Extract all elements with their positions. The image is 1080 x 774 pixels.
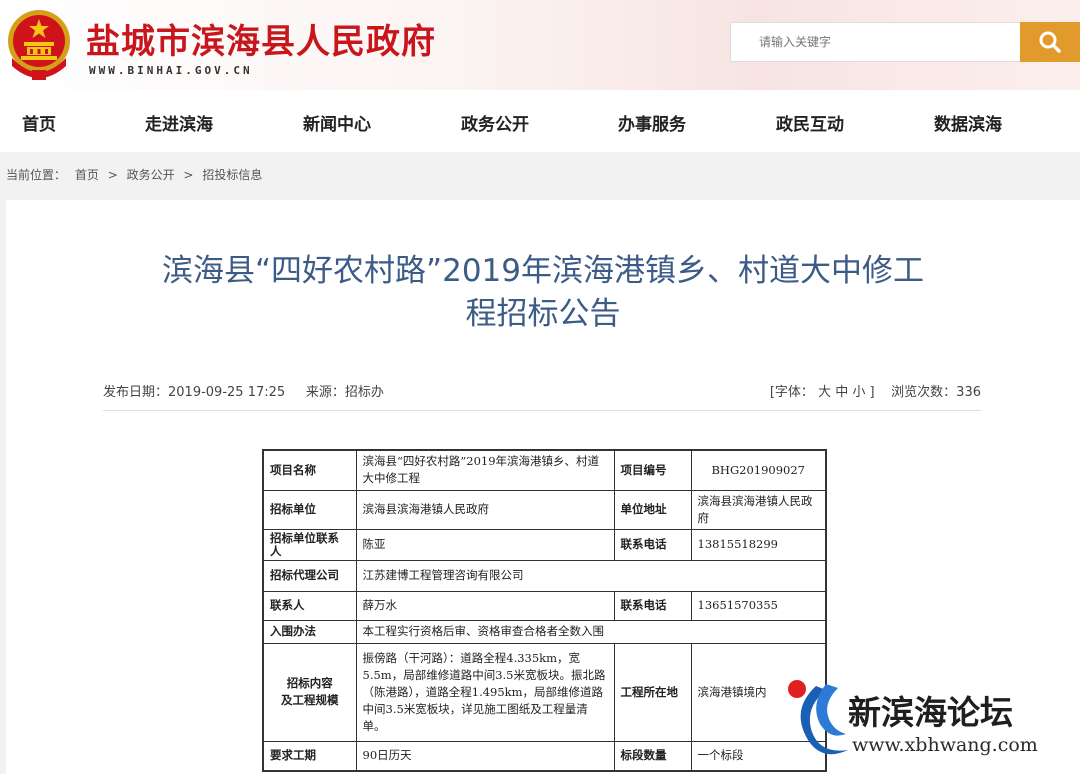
agent-value: 江苏建博工程管理咨询有限公司: [355, 559, 827, 592]
table-row: 招标单位 滨海县滨海港镇人民政府 单位地址 滨海县滨海港镇人民政府: [262, 489, 827, 530]
article-meta: 发布日期：2019-09-25 17:25 来源：招标办: [103, 381, 384, 400]
article-tools: [字体： 大 中 小 ] 浏览次数：336: [770, 381, 981, 400]
unit-address-label: 单位地址: [613, 489, 692, 530]
nav-item-news[interactable]: 新闻中心: [303, 110, 371, 135]
search-input[interactable]: [730, 22, 1020, 62]
tender-phone-label: 联系电话: [613, 528, 692, 561]
breadcrumb-home[interactable]: 首页: [75, 168, 99, 182]
search-button[interactable]: [1020, 22, 1080, 62]
tender-phone-value: 13815518299: [690, 528, 827, 561]
content-value: 振傍路（干河路）：道路全程4.335km，宽5.5m，局部维修道路中间3.5米宽…: [355, 642, 615, 742]
watermark-title: 新滨海论坛: [848, 693, 1013, 732]
font-size-close: ]: [869, 385, 875, 400]
method-label: 入围办法: [262, 619, 357, 644]
table-row: 联系人 薛万水 联系电话 13651570355: [262, 590, 827, 621]
project-no-value: BHG201909027: [690, 449, 827, 491]
tender-info-table: 项目名称 滨海县“四好农村路”2019年滨海港镇乡、村道大中修工程 项目编号 B…: [262, 449, 827, 772]
forum-logo-icon: [788, 680, 848, 755]
table-row: 招标内容 及工程规模 振傍路（干河路）：道路全程4.335km，宽5.5m，局部…: [262, 642, 827, 742]
period-value: 90日历天: [355, 740, 615, 772]
views-label: 浏览次数：: [891, 385, 957, 400]
table-row: 招标代理公司 江苏建博工程管理咨询有限公司: [262, 559, 827, 592]
nav-item-data[interactable]: 数据滨海: [934, 110, 1002, 135]
agent-phone-value: 13651570355: [690, 590, 827, 621]
table-row: 要求工期 90日历天 标段数量 一个标段: [262, 740, 827, 772]
table-row: 项目名称 滨海县“四好农村路”2019年滨海港镇乡、村道大中修工程 项目编号 B…: [262, 449, 827, 491]
watermark-url: www.xbhwang.com: [852, 734, 1038, 756]
breadcrumb-gov-affairs[interactable]: 政务公开: [127, 168, 175, 182]
breadcrumb-tender-info[interactable]: 招投标信息: [202, 168, 262, 182]
breadcrumb-separator: >: [183, 168, 194, 182]
article-title-line1: 滨海县“四好农村路”2019年滨海港镇乡、村道大中修工: [161, 253, 924, 289]
content-label-line1: 招标内容: [286, 676, 333, 690]
national-emblem-icon[interactable]: [6, 8, 72, 82]
lots-label: 标段数量: [613, 740, 692, 772]
nav-item-home[interactable]: 首页: [22, 110, 56, 135]
location-label: 工程所在地: [613, 642, 692, 742]
source-value: 招标办: [344, 385, 384, 400]
content-label-line2: 及工程规模: [281, 693, 339, 707]
nav-item-gov-affairs[interactable]: 政务公开: [461, 110, 529, 135]
project-no-label: 项目编号: [613, 449, 692, 491]
period-label: 要求工期: [262, 740, 357, 772]
method-value: 本工程实行资格后审、资格审查合格者全数入围: [355, 619, 827, 644]
article-title: 滨海县“四好农村路”2019年滨海港镇乡、村道大中修工 程招标公告: [6, 250, 1080, 336]
nav-item-about[interactable]: 走进滨海: [145, 110, 213, 135]
views-count: 336: [956, 385, 981, 400]
source-label: 来源：: [305, 385, 345, 400]
agent-contact-value: 薛万水: [355, 590, 615, 621]
unit-address-value: 滨海县滨海港镇人民政府: [690, 489, 827, 530]
font-size-medium[interactable]: 中: [835, 385, 848, 400]
agent-label: 招标代理公司: [262, 559, 357, 592]
tender-unit-value: 滨海县滨海港镇人民政府: [355, 489, 615, 530]
breadcrumb-separator: >: [107, 168, 118, 182]
tender-contact-value: 陈亚: [355, 528, 615, 561]
breadcrumb-label: 当前位置：: [6, 168, 67, 182]
agent-contact-label: 联系人: [262, 590, 357, 621]
site-domain: WWW.BINHAI.GOV.CN: [89, 64, 253, 77]
table-row: 入围办法 本工程实行资格后审、资格审查合格者全数入围: [262, 619, 827, 644]
publish-label: 发布日期：: [103, 385, 169, 400]
project-name-value: 滨海县“四好农村路”2019年滨海港镇乡、村道大中修工程: [355, 449, 615, 491]
publish-date: 2019-09-25 17:25: [168, 385, 286, 400]
forum-watermark: 新滨海论坛 www.xbhwang.com: [786, 676, 1080, 774]
tender-unit-label: 招标单位: [262, 489, 357, 530]
project-name-label: 项目名称: [262, 449, 357, 491]
article-title-line2: 程招标公告: [465, 296, 621, 332]
nav-item-services[interactable]: 办事服务: [618, 110, 686, 135]
main-nav: 首页 走进滨海 新闻中心 政务公开 办事服务 政民互动 数据滨海: [0, 90, 1080, 152]
content-label: 招标内容 及工程规模: [262, 642, 357, 742]
tender-contact-label: 招标单位联系人: [262, 528, 357, 561]
divider: [103, 410, 981, 411]
search-icon: [1039, 31, 1061, 53]
site-title[interactable]: 盐城市滨海县人民政府: [86, 14, 436, 63]
site-header: 盐城市滨海县人民政府 WWW.BINHAI.GOV.CN: [0, 0, 1080, 90]
breadcrumb: 当前位置： 首页 > 政务公开 > 招投标信息: [6, 166, 267, 183]
font-size-large[interactable]: 大: [818, 385, 831, 400]
nav-item-interaction[interactable]: 政民互动: [776, 110, 844, 135]
font-size-label: [字体：: [769, 385, 814, 400]
agent-phone-label: 联系电话: [613, 590, 692, 621]
font-size-small[interactable]: 小: [852, 385, 865, 400]
table-row: 招标单位联系人 陈亚 联系电话 13815518299: [262, 528, 827, 561]
